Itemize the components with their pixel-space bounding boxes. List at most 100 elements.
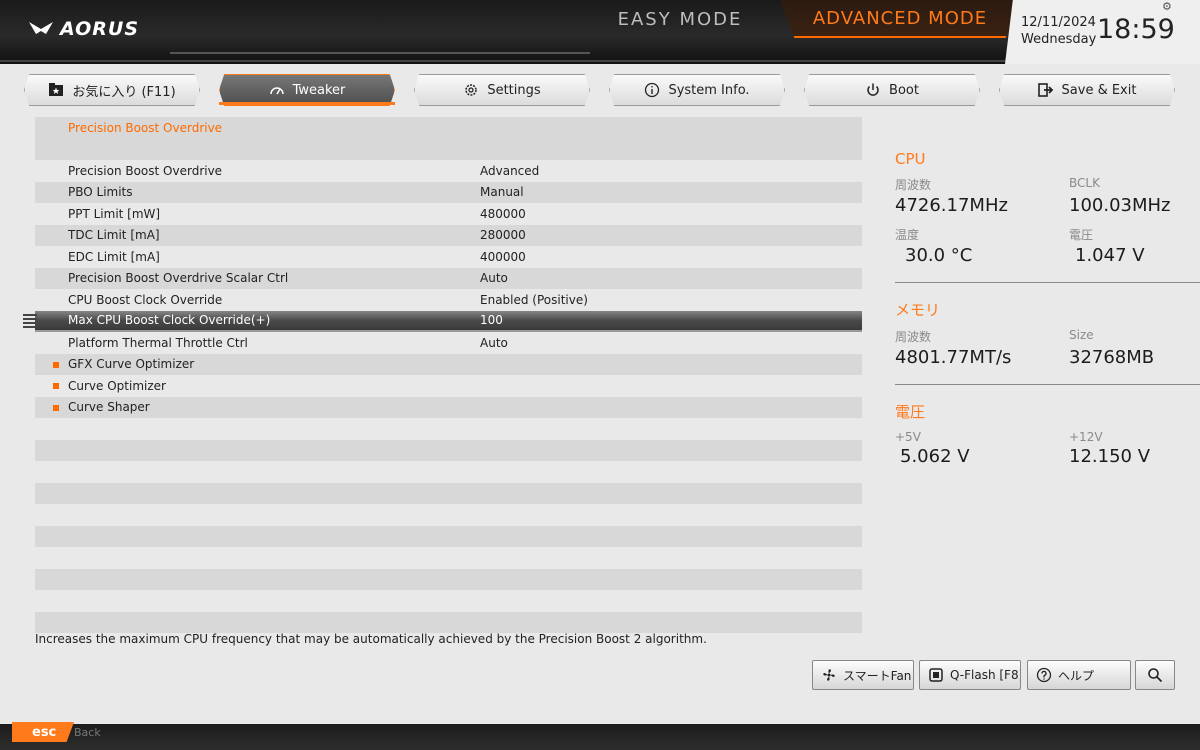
memory-freq-value: 4801.77MT/s [895, 347, 1012, 368]
memory-section-title: メモリ [895, 301, 941, 319]
cpu-temp-value: 30.0 °C [905, 245, 973, 266]
chip-icon [929, 668, 943, 682]
gear-icon [465, 84, 478, 96]
tab-label: Tweaker [292, 82, 346, 98]
time: 18:59 [1097, 14, 1175, 45]
weekday: Wednesday [1021, 32, 1097, 47]
search-button[interactable] [1135, 660, 1175, 690]
memory-freq-label: 周波数 [895, 330, 932, 344]
setting-label: Max CPU Boost Clock Override(+) [68, 313, 271, 328]
empty-row [35, 418, 862, 440]
setting-value[interactable]: 480000 [480, 207, 526, 221]
help-description: Increases the maximum CPU frequency that… [35, 632, 707, 646]
help-button[interactable]: ヘルプ [1027, 660, 1131, 690]
setting-row[interactable]: EDC Limit [mA] 400000 [35, 246, 862, 268]
tab-favorites[interactable]: お気に入り (F11) [24, 74, 200, 106]
cpu-volt-value: 1.047 V [1075, 245, 1145, 266]
tab-save-exit[interactable]: Save & Exit [999, 74, 1175, 106]
tab-label: Boot [889, 82, 919, 98]
submenu-curve-optimizer[interactable]: Curve Optimizer [35, 375, 862, 397]
tab-label: お気に入り (F11) [72, 84, 176, 100]
tab-boot[interactable]: Boot [804, 74, 980, 106]
settings-list: Precision Boost Overdrive Precision Boos… [23, 117, 862, 633]
submenu-bullet-icon [53, 404, 59, 411]
setting-value[interactable]: Advanced [480, 164, 539, 178]
search-icon [1148, 668, 1163, 683]
setting-value[interactable]: 100 [480, 313, 503, 327]
setting-row[interactable]: Precision Boost Overdrive Advanced [35, 160, 862, 182]
tab-label: Save & Exit [1061, 82, 1137, 98]
cpu-volt-label: 電圧 [1069, 228, 1094, 242]
setting-label: PBO Limits [68, 185, 133, 200]
help-icon [1036, 667, 1052, 683]
setting-value[interactable]: Manual [480, 185, 524, 199]
setting-label: CPU Boost Clock Override [68, 292, 223, 307]
settings-gear-icon[interactable]: ⚙ [1162, 0, 1172, 13]
setting-row[interactable]: Precision Boost Overdrive Scalar Ctrl Au… [35, 267, 862, 289]
setting-label: Precision Boost Overdrive Scalar Ctrl [68, 271, 289, 286]
setting-label: TDC Limit [mA] [68, 228, 160, 243]
setting-value[interactable]: Auto [480, 336, 508, 350]
speedometer-icon [269, 87, 284, 95]
submenu-curve-shaper[interactable]: Curve Shaper [35, 396, 862, 418]
empty-row [35, 461, 862, 483]
setting-row-selected[interactable]: Max CPU Boost Clock Override(+) 100 [23, 310, 862, 332]
brand-name: AORUS [60, 18, 140, 40]
setting-label: Platform Thermal Throttle Ctrl [68, 335, 248, 350]
setting-value[interactable]: Enabled (Positive) [480, 293, 588, 307]
hardware-info-panel: CPU 周波数 BCLK 4726.17MHz 100.03MHz 温度 電圧 … [895, 150, 1200, 475]
header-bar: AORUS EASY MODE ADVANCED MODE 12/11/2024… [0, 0, 1200, 64]
empty-row [35, 568, 862, 590]
qflash-label: Q-Flash [F8] [950, 668, 1021, 682]
memory-size-label: Size [1069, 328, 1094, 342]
empty-row [35, 590, 862, 612]
smart-fan-label: スマートFan 6 [F [843, 668, 913, 683]
tab-label: System Info. [668, 82, 750, 98]
header-decoration [170, 52, 590, 54]
fan-icon [823, 669, 835, 681]
voltage-section-title: 電圧 [895, 403, 926, 421]
active-tab-indicator [219, 102, 395, 105]
setting-label: EDC Limit [mA] [68, 249, 160, 264]
setting-row[interactable]: Platform Thermal Throttle Ctrl Auto [35, 332, 862, 354]
smart-fan-button[interactable]: スマートFan 6 [F [812, 660, 914, 690]
advanced-mode-button[interactable]: ADVANCED MODE [780, 0, 1020, 38]
help-label: ヘルプ [1058, 668, 1095, 683]
v12-label: +12V [1069, 430, 1103, 444]
power-icon [867, 83, 879, 96]
setting-value[interactable]: 280000 [480, 228, 526, 242]
aorus-logo: AORUS [28, 14, 139, 44]
setting-value[interactable]: 400000 [480, 250, 526, 264]
tab-settings[interactable]: Settings [414, 74, 590, 106]
setting-row[interactable]: TDC Limit [mA] 280000 [35, 224, 862, 246]
info-icon [645, 82, 660, 98]
empty-row [35, 504, 862, 526]
bclk-label: BCLK [1069, 176, 1100, 190]
setting-value[interactable]: Auto [480, 271, 508, 285]
easy-mode-button[interactable]: EASY MODE [580, 0, 780, 38]
aorus-eagle-icon [29, 22, 53, 34]
tab-label: Settings [487, 82, 541, 98]
v12-value: 12.150 V [1069, 446, 1151, 467]
empty-row [35, 482, 862, 504]
setting-row[interactable]: CPU Boost Clock Override Enabled (Positi… [35, 289, 862, 311]
tab-system-info[interactable]: System Info. [609, 74, 785, 106]
v5-label: +5V [895, 430, 921, 444]
submenu-label: Curve Shaper [68, 400, 150, 415]
exit-icon [1037, 83, 1053, 97]
submenu-gfx-curve-optimizer[interactable]: GFX Curve Optimizer [35, 353, 862, 375]
section-title: Precision Boost Overdrive [68, 120, 223, 135]
esc-button[interactable]: esc [12, 722, 74, 742]
cpu-section-title: CPU [895, 150, 926, 168]
cpu-temp-label: 温度 [895, 228, 920, 242]
setting-row[interactable]: PPT Limit [mW] 480000 [35, 203, 862, 225]
cpu-freq-label: 周波数 [895, 178, 932, 192]
v5-value: 5.062 V [900, 446, 970, 467]
setting-label: PPT Limit [mW] [68, 206, 161, 221]
main-tabs: お気に入り (F11) Tweaker Settings System Info… [0, 74, 1200, 108]
setting-row[interactable]: PBO Limits Manual [35, 181, 862, 203]
submenu-label: GFX Curve Optimizer [68, 357, 195, 372]
memory-size-value: 32768MB [1069, 347, 1155, 368]
qflash-button[interactable]: Q-Flash [F8] [919, 660, 1021, 690]
empty-row [35, 611, 862, 633]
